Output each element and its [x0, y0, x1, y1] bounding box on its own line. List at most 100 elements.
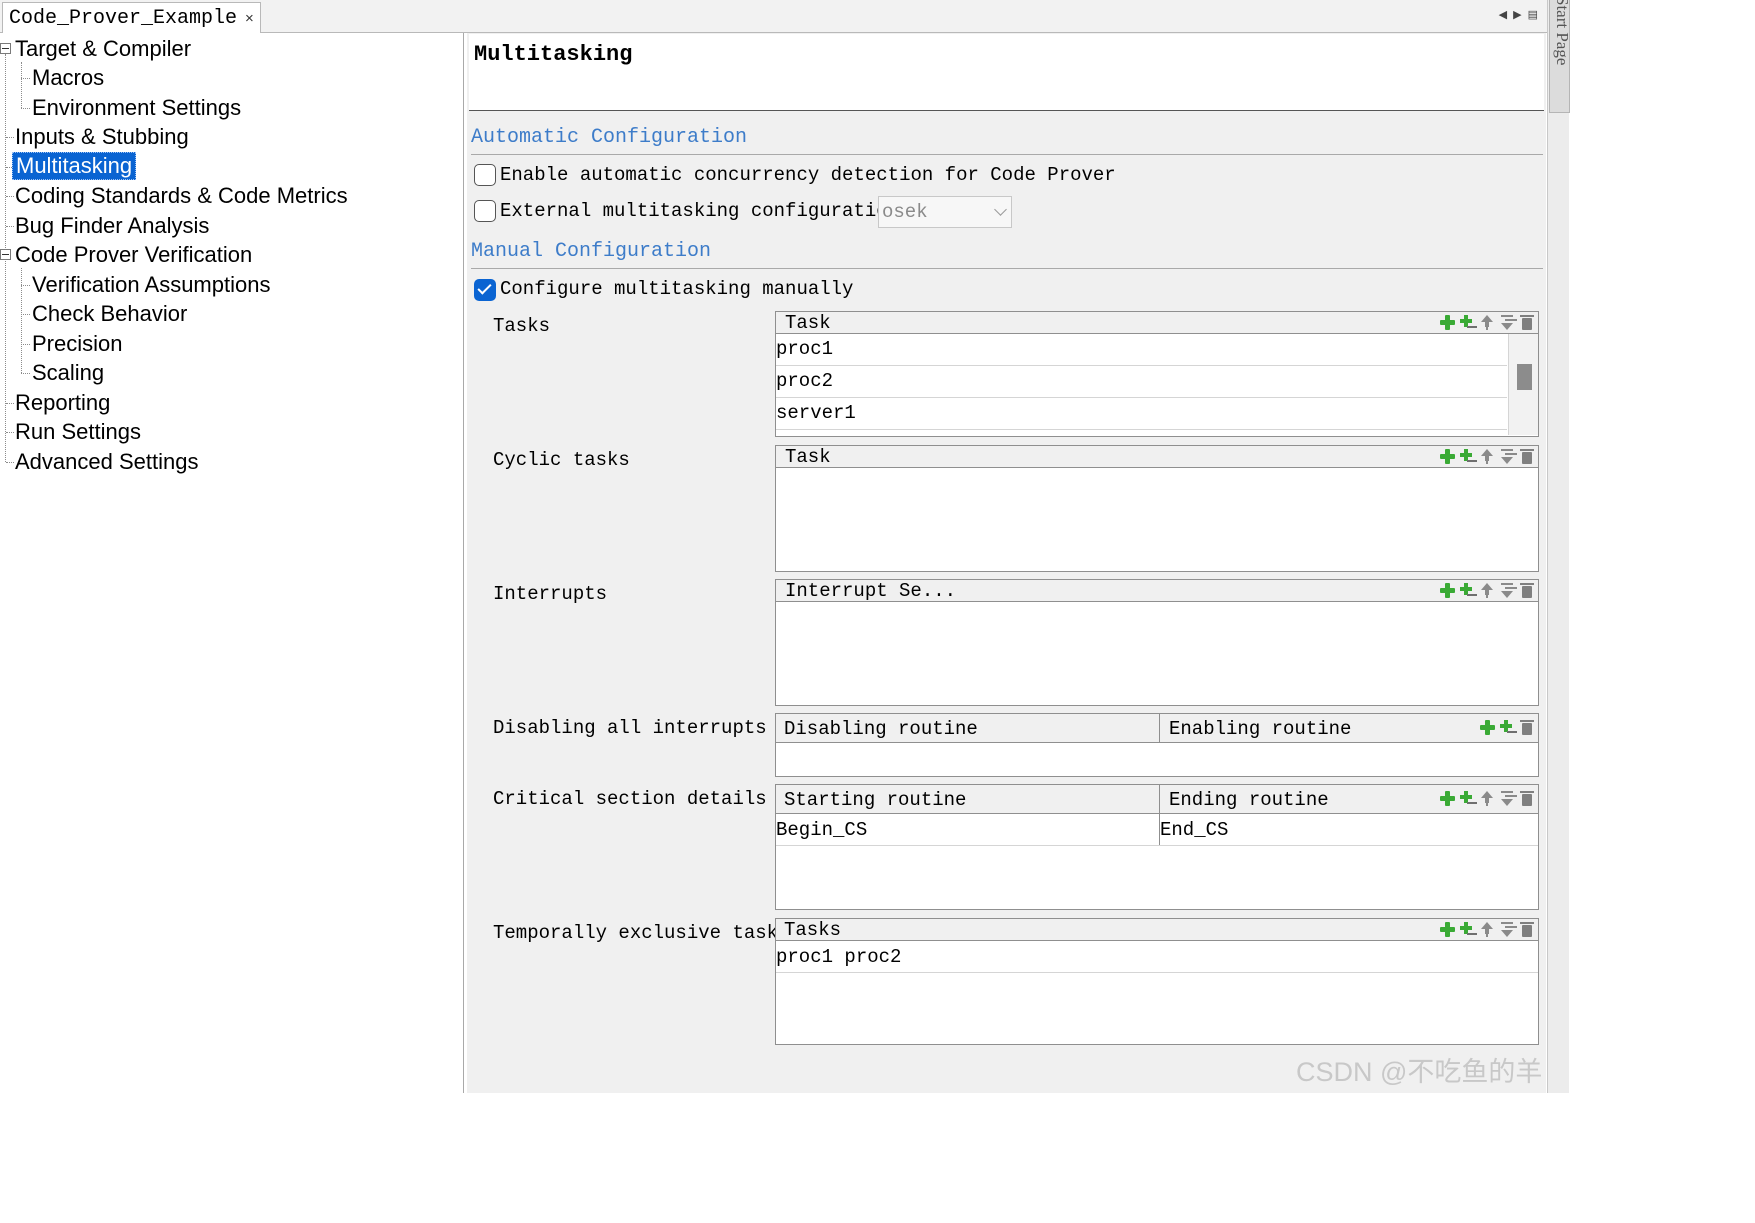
add-row-with-options-icon[interactable] — [1459, 921, 1476, 938]
close-tab-icon[interactable]: × — [245, 10, 254, 27]
page-title: Multitasking — [474, 42, 633, 67]
tree-connector — [6, 432, 14, 433]
add-row-with-options-icon[interactable] — [1459, 314, 1476, 331]
tree-item-macros[interactable]: Macros — [32, 65, 104, 91]
start-page-tab[interactable]: Start Page — [1549, 0, 1572, 113]
move-up-icon[interactable] — [1479, 790, 1496, 807]
exclusive-tasks-cell[interactable]: proc1 proc2 — [776, 946, 901, 968]
tree-item-target-compiler[interactable]: Target & Compiler — [15, 36, 191, 62]
tree-item-precision[interactable]: Precision — [32, 331, 122, 357]
add-row-icon[interactable] — [1439, 448, 1456, 465]
tree-item-advanced-settings[interactable]: Advanced Settings — [15, 449, 198, 475]
enable-concurrency-detection-checkbox[interactable] — [474, 164, 496, 186]
move-down-icon[interactable] — [1499, 448, 1516, 465]
tree-connector — [6, 462, 14, 463]
tasks-table: Task proc1 proc2 server1 — [775, 311, 1539, 437]
external-multitasking-checkbox[interactable] — [474, 200, 496, 222]
starting-routine-cell[interactable]: Begin_CS — [776, 819, 867, 841]
tree-item-environment-settings[interactable]: Environment Settings — [32, 95, 241, 121]
disabling-interrupts-label: Disabling all interrupts — [493, 717, 767, 739]
collapse-icon[interactable] — [0, 43, 11, 54]
column-header: Task — [785, 446, 831, 468]
tree-connector — [21, 285, 30, 286]
add-row-with-options-icon[interactable] — [1459, 448, 1476, 465]
tree-item-check-behavior[interactable]: Check Behavior — [32, 301, 187, 327]
tree-item-inputs-stubbing[interactable]: Inputs & Stubbing — [15, 124, 189, 150]
interrupts-label: Interrupts — [493, 583, 608, 605]
column-header: Starting routine — [784, 789, 967, 811]
critical-section-label: Critical section details — [493, 788, 767, 810]
table-row[interactable]: proc2 — [776, 366, 1507, 398]
table-header: Task — [776, 312, 1538, 334]
table-row[interactable]: proc1 — [776, 334, 1507, 366]
move-up-icon[interactable] — [1479, 582, 1496, 599]
table-toolbar — [1439, 448, 1536, 465]
tree-connector — [21, 268, 22, 373]
column-header: Tasks — [784, 919, 842, 941]
add-row-with-options-icon[interactable] — [1499, 719, 1516, 736]
add-row-icon[interactable] — [1439, 314, 1456, 331]
move-down-icon[interactable] — [1499, 314, 1516, 331]
tree-item-bug-finder-analysis[interactable]: Bug Finder Analysis — [15, 213, 209, 239]
tree-item-code-prover-verification[interactable]: Code Prover Verification — [15, 242, 252, 268]
scrollbar-thumb[interactable] — [1517, 364, 1532, 390]
critical-section-table: Starting routine Ending routine Begin_CS… — [775, 784, 1539, 910]
table-toolbar — [1439, 790, 1536, 807]
document-tab[interactable]: Code_Prover_Example × — [2, 2, 261, 33]
add-row-icon[interactable] — [1439, 921, 1456, 938]
move-up-icon[interactable] — [1479, 921, 1496, 938]
watermark: CSDN @不吃鱼的羊 — [1296, 1057, 1543, 1087]
tree-connector — [21, 314, 30, 315]
manual-configuration-heading: Manual Configuration — [471, 240, 712, 263]
scroll-right-icon[interactable]: ▶ — [1513, 8, 1521, 21]
move-down-icon[interactable] — [1499, 921, 1516, 938]
ending-routine-cell[interactable]: End_CS — [1160, 819, 1228, 841]
tasks-scrollbar[interactable] — [1508, 334, 1538, 435]
scroll-left-icon[interactable]: ◀ — [1499, 8, 1507, 21]
start-page-tab-label: Start Page — [1553, 0, 1572, 66]
table-toolbar — [1439, 314, 1536, 331]
task-cell[interactable]: proc2 — [776, 370, 833, 392]
external-configuration-value: osek — [882, 201, 928, 223]
table-row[interactable]: Begin_CS End_CS — [776, 814, 1538, 846]
move-down-icon[interactable] — [1499, 790, 1516, 807]
tasks-label: Tasks — [493, 315, 551, 337]
collapse-icon[interactable] — [0, 249, 11, 260]
add-row-icon[interactable] — [1479, 719, 1496, 736]
delete-icon[interactable] — [1519, 719, 1536, 736]
tree-item-run-settings[interactable]: Run Settings — [15, 419, 141, 445]
delete-icon[interactable] — [1519, 582, 1536, 599]
add-row-with-options-icon[interactable] — [1459, 582, 1476, 599]
tree-item-scaling[interactable]: Scaling — [32, 360, 104, 386]
disabling-interrupts-table: Disabling routine Enabling routine — [775, 713, 1539, 777]
add-row-with-options-icon[interactable] — [1459, 790, 1476, 807]
tree-connector — [21, 108, 30, 109]
add-row-icon[interactable] — [1439, 582, 1456, 599]
cyclic-tasks-table: Task — [775, 445, 1539, 572]
tab-list-icon[interactable]: ▤ — [1528, 8, 1538, 21]
table-row[interactable]: server1 — [776, 398, 1507, 430]
tree-item-coding-standards[interactable]: Coding Standards & Code Metrics — [15, 183, 348, 209]
document-tab-label: Code_Prover_Example — [9, 6, 238, 30]
delete-icon[interactable] — [1519, 790, 1536, 807]
tree-item-reporting[interactable]: Reporting — [15, 390, 110, 416]
tree-connector — [21, 78, 30, 79]
configure-manually-checkbox[interactable] — [474, 279, 496, 301]
delete-icon[interactable] — [1519, 314, 1536, 331]
table-row[interactable]: proc1 proc2 — [776, 941, 1538, 973]
tree-item-verification-assumptions[interactable]: Verification Assumptions — [32, 272, 270, 298]
tree-item-multitasking[interactable]: Multitasking — [12, 152, 137, 180]
task-cell[interactable]: server1 — [776, 402, 856, 424]
add-row-icon[interactable] — [1439, 790, 1456, 807]
delete-icon[interactable] — [1519, 448, 1536, 465]
task-cell[interactable]: proc1 — [776, 338, 833, 360]
tree-connector — [21, 344, 30, 345]
move-up-icon[interactable] — [1479, 448, 1496, 465]
column-header: Task — [785, 312, 831, 334]
column-header: Interrupt Se... — [785, 580, 957, 602]
move-down-icon[interactable] — [1499, 582, 1516, 599]
move-up-icon[interactable] — [1479, 314, 1496, 331]
delete-icon[interactable] — [1519, 921, 1536, 938]
column-separator — [1159, 785, 1160, 813]
column-header: Ending routine — [1169, 789, 1329, 811]
